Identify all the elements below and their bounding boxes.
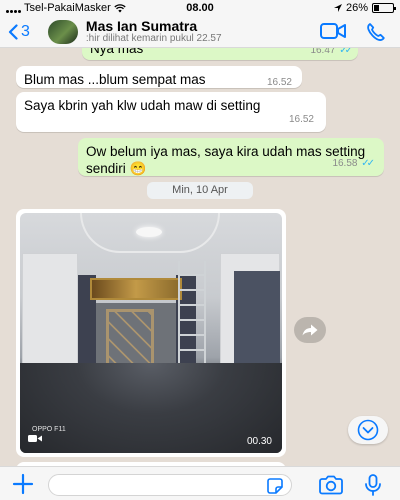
unread-count: 3 (21, 22, 30, 40)
forward-button[interactable] (294, 317, 326, 343)
message-time: 16.52 (288, 114, 314, 125)
message-time: 16.52 (266, 77, 292, 88)
message-bubble-incoming[interactable]: Saya kbrin yah klw udah maw di setting 1… (16, 92, 326, 132)
status-left: Tsel-PakaiMasker (6, 2, 126, 14)
sticker-icon[interactable] (266, 477, 284, 495)
battery-percent: 26% (345, 2, 368, 14)
message-text: Blum mas ...blum sempat mas (24, 72, 206, 87)
video-thumbnail[interactable]: OPPO F11 00.30 (20, 213, 282, 453)
battery-icon (372, 3, 396, 13)
message-bubble-outgoing[interactable]: Ow belum iya mas, saya kira udah mas set… (78, 138, 384, 176)
chat-area[interactable]: Nya mas 16.47 ✓✓ Blum mas ...blum sempat… (0, 48, 400, 466)
carrier-name: Tsel-PakaiMasker (24, 2, 111, 14)
chevron-down-icon (357, 419, 379, 441)
camera-icon[interactable] (318, 475, 344, 495)
back-chevron-icon (8, 23, 18, 40)
phone-icon[interactable] (366, 22, 386, 42)
thumbnail-painting (90, 278, 182, 300)
message-text: Saya kbrin yah klw udah maw di setting (24, 98, 261, 113)
message-text: Ow belum iya mas, saya kira udah mas set… (86, 144, 366, 176)
video-watermark: OPPO F11 (32, 426, 66, 433)
message-bubble-incoming[interactable]: Blum mas ...blum sempat mas 16.52 (16, 66, 302, 88)
message-time: 16.58 (332, 158, 358, 169)
battery-fill (374, 5, 379, 11)
last-seen: :hir dilihat kemarin pukul 22.57 (85, 32, 222, 44)
header-actions (320, 22, 386, 42)
read-ticks-icon: ✓✓ (339, 48, 353, 56)
message-input-bar (0, 466, 400, 500)
plus-icon[interactable] (12, 473, 34, 495)
message-time: 16.47 (310, 48, 336, 56)
scroll-down-button[interactable] (348, 416, 388, 444)
back-button[interactable]: 3 (8, 23, 30, 41)
video-camera-icon (28, 435, 42, 442)
contact-info[interactable]: Mas Ian Sumatra :hir dilihat kemarin puk… (86, 19, 222, 44)
chat-header: 3 Mas Ian Sumatra :hir dilihat kemarin p… (0, 16, 400, 48)
date-separator: Min, 10 Apr (147, 182, 253, 199)
wifi-icon (114, 3, 126, 12)
thumbnail-sofa (20, 363, 282, 453)
status-right: 26% (333, 2, 396, 14)
location-icon (333, 3, 342, 12)
video-duration: 00.30 (246, 436, 272, 447)
avatar[interactable] (47, 19, 78, 44)
forward-icon (302, 324, 318, 336)
signal-icon (6, 4, 21, 13)
read-ticks-icon: ✓✓ (361, 158, 375, 169)
video-message[interactable]: OPPO F11 00.30 (16, 209, 286, 457)
video-call-icon[interactable] (320, 22, 346, 40)
status-bar: Tsel-PakaiMasker 08.00 26% (0, 0, 400, 16)
thumbnail-wall-left (22, 253, 78, 373)
message-input[interactable] (48, 474, 292, 496)
message-bubble-outgoing[interactable]: Nya mas 16.47 ✓✓ (82, 48, 358, 60)
message-text: Nya mas (90, 48, 144, 56)
microphone-icon[interactable] (364, 474, 382, 496)
contact-name: Mas Ian Sumatra (85, 17, 198, 34)
thumbnail-lamp (136, 227, 162, 237)
